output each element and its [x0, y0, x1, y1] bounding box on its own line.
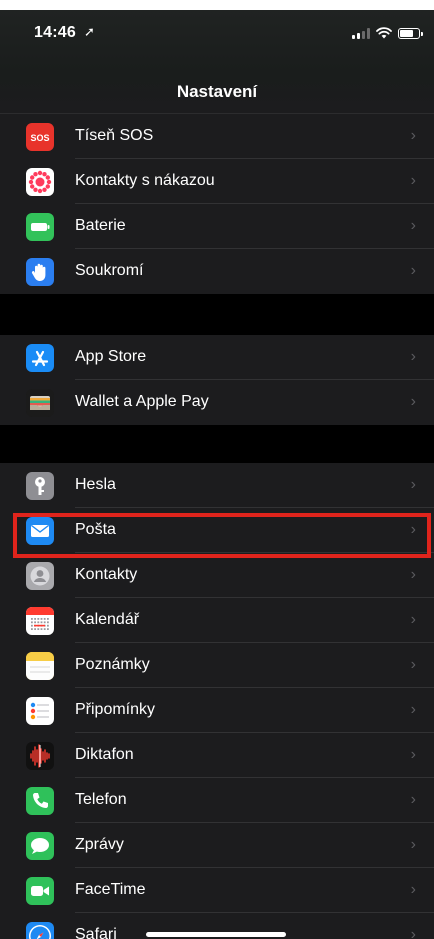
exposure-icon: [26, 168, 54, 196]
settings-row-label: Hesla: [75, 476, 116, 493]
settings-row[interactable]: Kontakty ›: [0, 553, 434, 598]
chevron-right-icon: ›: [410, 881, 416, 898]
settings-row-label: FaceTime: [75, 881, 146, 898]
page-title: Nastavení: [176, 82, 258, 101]
chevron-right-icon: ›: [410, 262, 416, 279]
phone-screen: 14:46 ➚ Nastavení SOS Tíseň SOS › Kontakty …: [0, 10, 434, 939]
highlight-box: [13, 513, 431, 558]
settings-row[interactable]: Připomínky ›: [0, 688, 434, 733]
chevron-right-icon: ›: [410, 172, 416, 189]
settings-row[interactable]: Diktafon ›: [0, 733, 434, 778]
settings-row-label: Poznámky: [75, 656, 150, 673]
battery-icon: [26, 213, 54, 241]
settings-row[interactable]: App Store ›: [0, 335, 434, 380]
location-icon: ➚: [84, 24, 95, 39]
battery-status-icon: [398, 27, 423, 39]
settings-row[interactable]: Poznámky ›: [0, 643, 434, 688]
calendar-icon: [26, 607, 54, 635]
cellular-signal-icon: [352, 27, 370, 39]
settings-row-label: Zprávy: [75, 836, 124, 853]
header: 14:46 ➚ Nastavení: [0, 10, 434, 113]
chevron-right-icon: ›: [410, 701, 416, 718]
settings-row[interactable]: FaceTime ›: [0, 868, 434, 913]
settings-row-label: Soukromí: [75, 262, 144, 279]
chevron-right-icon: ›: [410, 791, 416, 808]
settings-row[interactable]: Hesla ›: [0, 463, 434, 508]
settings-row[interactable]: Telefon ›: [0, 778, 434, 823]
status-icons: [352, 27, 423, 39]
settings-row-label: Kontakty s nákazou: [75, 172, 215, 189]
wifi-icon: [376, 27, 392, 39]
settings-row[interactable]: Kalendář ›: [0, 598, 434, 643]
chevron-right-icon: ›: [410, 348, 416, 365]
settings-row-label: Tíseň SOS: [75, 127, 154, 144]
chevron-right-icon: ›: [410, 611, 416, 628]
sos-icon: SOS: [26, 123, 54, 151]
notes-icon: [26, 652, 54, 680]
wallet-icon: [26, 389, 54, 417]
settings-row[interactable]: Kontakty s nákazou ›: [0, 159, 434, 204]
chevron-right-icon: ›: [410, 393, 416, 410]
settings-row-label: App Store: [75, 348, 147, 365]
settings-row-label: Telefon: [75, 791, 127, 808]
reminders-icon: [26, 697, 54, 725]
status-time: 14:46: [34, 24, 76, 41]
settings-row-label: Připomínky: [75, 701, 156, 718]
facetime-icon: [26, 877, 54, 905]
chevron-right-icon: ›: [410, 836, 416, 853]
settings-row-label: Kalendář: [75, 611, 140, 628]
contacts-icon: [26, 562, 54, 590]
status-bar: 14:46 ➚: [0, 10, 434, 60]
chevron-right-icon: ›: [410, 926, 416, 939]
settings-group: App Store › Wallet a Apple Pay ›: [0, 335, 434, 425]
settings-row-label: Diktafon: [75, 746, 134, 763]
chevron-right-icon: ›: [410, 476, 416, 493]
chevron-right-icon: ›: [410, 127, 416, 144]
chevron-right-icon: ›: [410, 217, 416, 234]
voice-memos-icon: [26, 742, 54, 770]
settings-group: SOS Tíseň SOS › Kontakty s nákazou › Baterie ›…: [0, 114, 434, 294]
svg-text:SOS: SOS: [30, 133, 49, 143]
app-store-icon: [26, 344, 54, 372]
settings-row-label: Safari: [75, 926, 117, 939]
phone-icon: [26, 787, 54, 815]
chevron-right-icon: ›: [410, 656, 416, 673]
hand-icon: [26, 258, 54, 286]
chevron-right-icon: ›: [410, 566, 416, 583]
key-icon: [26, 472, 54, 500]
settings-row-label: Kontakty: [75, 566, 138, 583]
messages-icon: [26, 832, 54, 860]
settings-row[interactable]: Soukromí ›: [0, 249, 434, 294]
settings-row-label: Baterie: [75, 217, 126, 234]
settings-row[interactable]: Baterie ›: [0, 204, 434, 249]
chevron-right-icon: ›: [410, 746, 416, 763]
settings-row-label: Wallet a Apple Pay: [75, 393, 209, 410]
home-indicator[interactable]: [146, 932, 286, 937]
settings-row[interactable]: Zprávy ›: [0, 823, 434, 868]
safari-icon: [26, 922, 54, 939]
settings-row[interactable]: SOS Tíseň SOS ›: [0, 114, 434, 159]
settings-row[interactable]: Wallet a Apple Pay ›: [0, 380, 434, 425]
